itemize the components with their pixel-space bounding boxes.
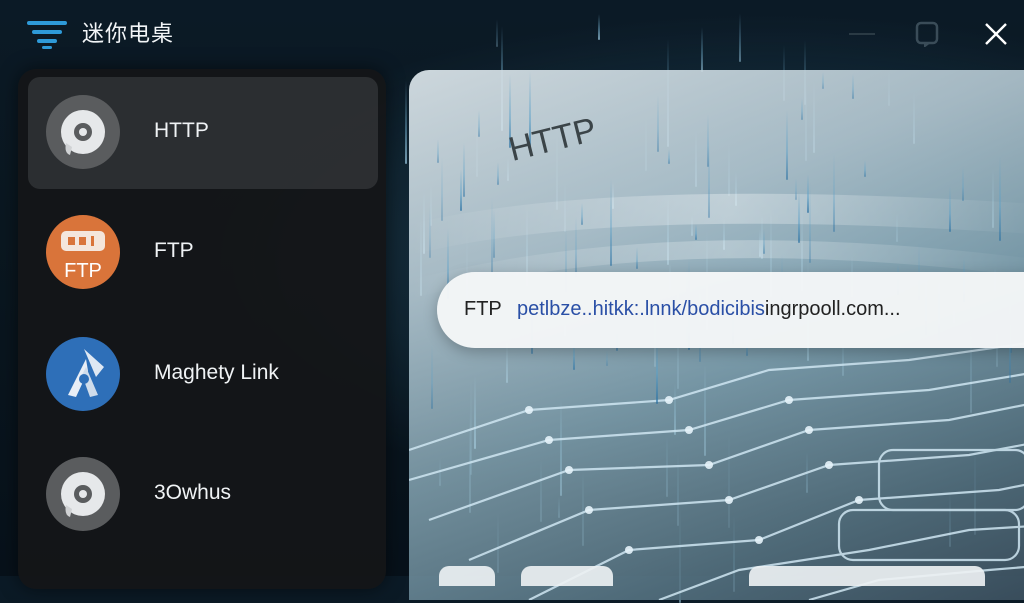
rain-streak [657,95,660,152]
rain-streak [821,72,824,89]
rain-streak [459,168,462,212]
disc-icon [46,95,120,169]
maximize-icon [915,21,939,47]
sidebar-item-magnet-link[interactable]: Maghety Link [28,319,378,431]
sidebar-item-label: 3Owhus [154,481,232,504]
rain-streak [961,166,964,202]
rain-streak [581,202,584,226]
rain-streak [405,80,408,164]
rain-streak [493,208,496,258]
rain-streak [706,113,709,168]
rain-streak [798,190,801,243]
sidebar: HTTP FTP FTP Maghety Link 3Owhus [18,69,386,589]
url-protocol: FTP [464,298,502,320]
title-bar: 迷你电桌 [0,0,1024,64]
rain-streak [667,149,670,165]
rain-streak [694,223,697,241]
rain-streak [807,173,810,213]
rain-streak [437,138,440,164]
svg-text:FTP: FTP [64,260,102,282]
url-text[interactable]: petlbze..hitkk:.lnnk/bodicibisingrpooll.… [517,298,901,321]
magnet-link-icon [46,337,120,411]
app-title: 迷你电桌 [82,22,175,47]
rain-streak [863,159,866,177]
rain-streak [496,161,499,186]
rain-streak [636,246,639,269]
sidebar-item-http[interactable]: HTTP [28,77,378,189]
sidebar-item-label: Maghety Link [154,361,279,384]
menu-filter-icon[interactable] [26,19,68,49]
bottom-control[interactable] [749,566,985,586]
close-icon [985,23,1007,45]
preview-panel: HTTP FTP petlbze..hitkk:.lnnk/bodicibisi… [409,70,1024,600]
rain-streak [851,74,854,100]
url-bar[interactable]: FTP petlbze..hitkk:.lnnk/bodicibisingrpo… [437,272,1024,348]
rain-streak [809,180,812,264]
rain-streak [431,343,434,409]
rain-streak [574,216,577,277]
sidebar-item-3owhus[interactable]: 3Owhus [28,439,378,551]
sidebar-item-label: HTTP [154,119,209,142]
disc-icon [46,457,120,531]
rain-streak [795,177,798,200]
rain-streak [800,97,803,120]
bottom-control[interactable] [439,566,495,586]
rain-streak [998,155,1001,241]
rain-streak [478,110,481,138]
bottom-control[interactable] [521,566,613,586]
rain-streak [429,206,432,259]
sidebar-item-ftp[interactable]: FTP FTP [28,197,378,309]
sidebar-item-label: FTP [154,239,194,262]
rain-streak [440,156,443,221]
url-rest-part: ingrpooll.com... [764,298,901,320]
rain-streak [609,178,612,266]
rain-streak [463,141,466,197]
rain-streak [762,228,765,254]
maximize-button[interactable] [908,14,948,54]
minimize-button[interactable] [842,14,882,54]
ftp-icon: FTP [46,215,120,289]
minimize-icon [849,33,875,35]
url-link-part: petlbze..hitkk:.lnnk/bodicibis [517,298,765,320]
close-button[interactable] [976,14,1016,54]
rain-streak [605,349,608,366]
